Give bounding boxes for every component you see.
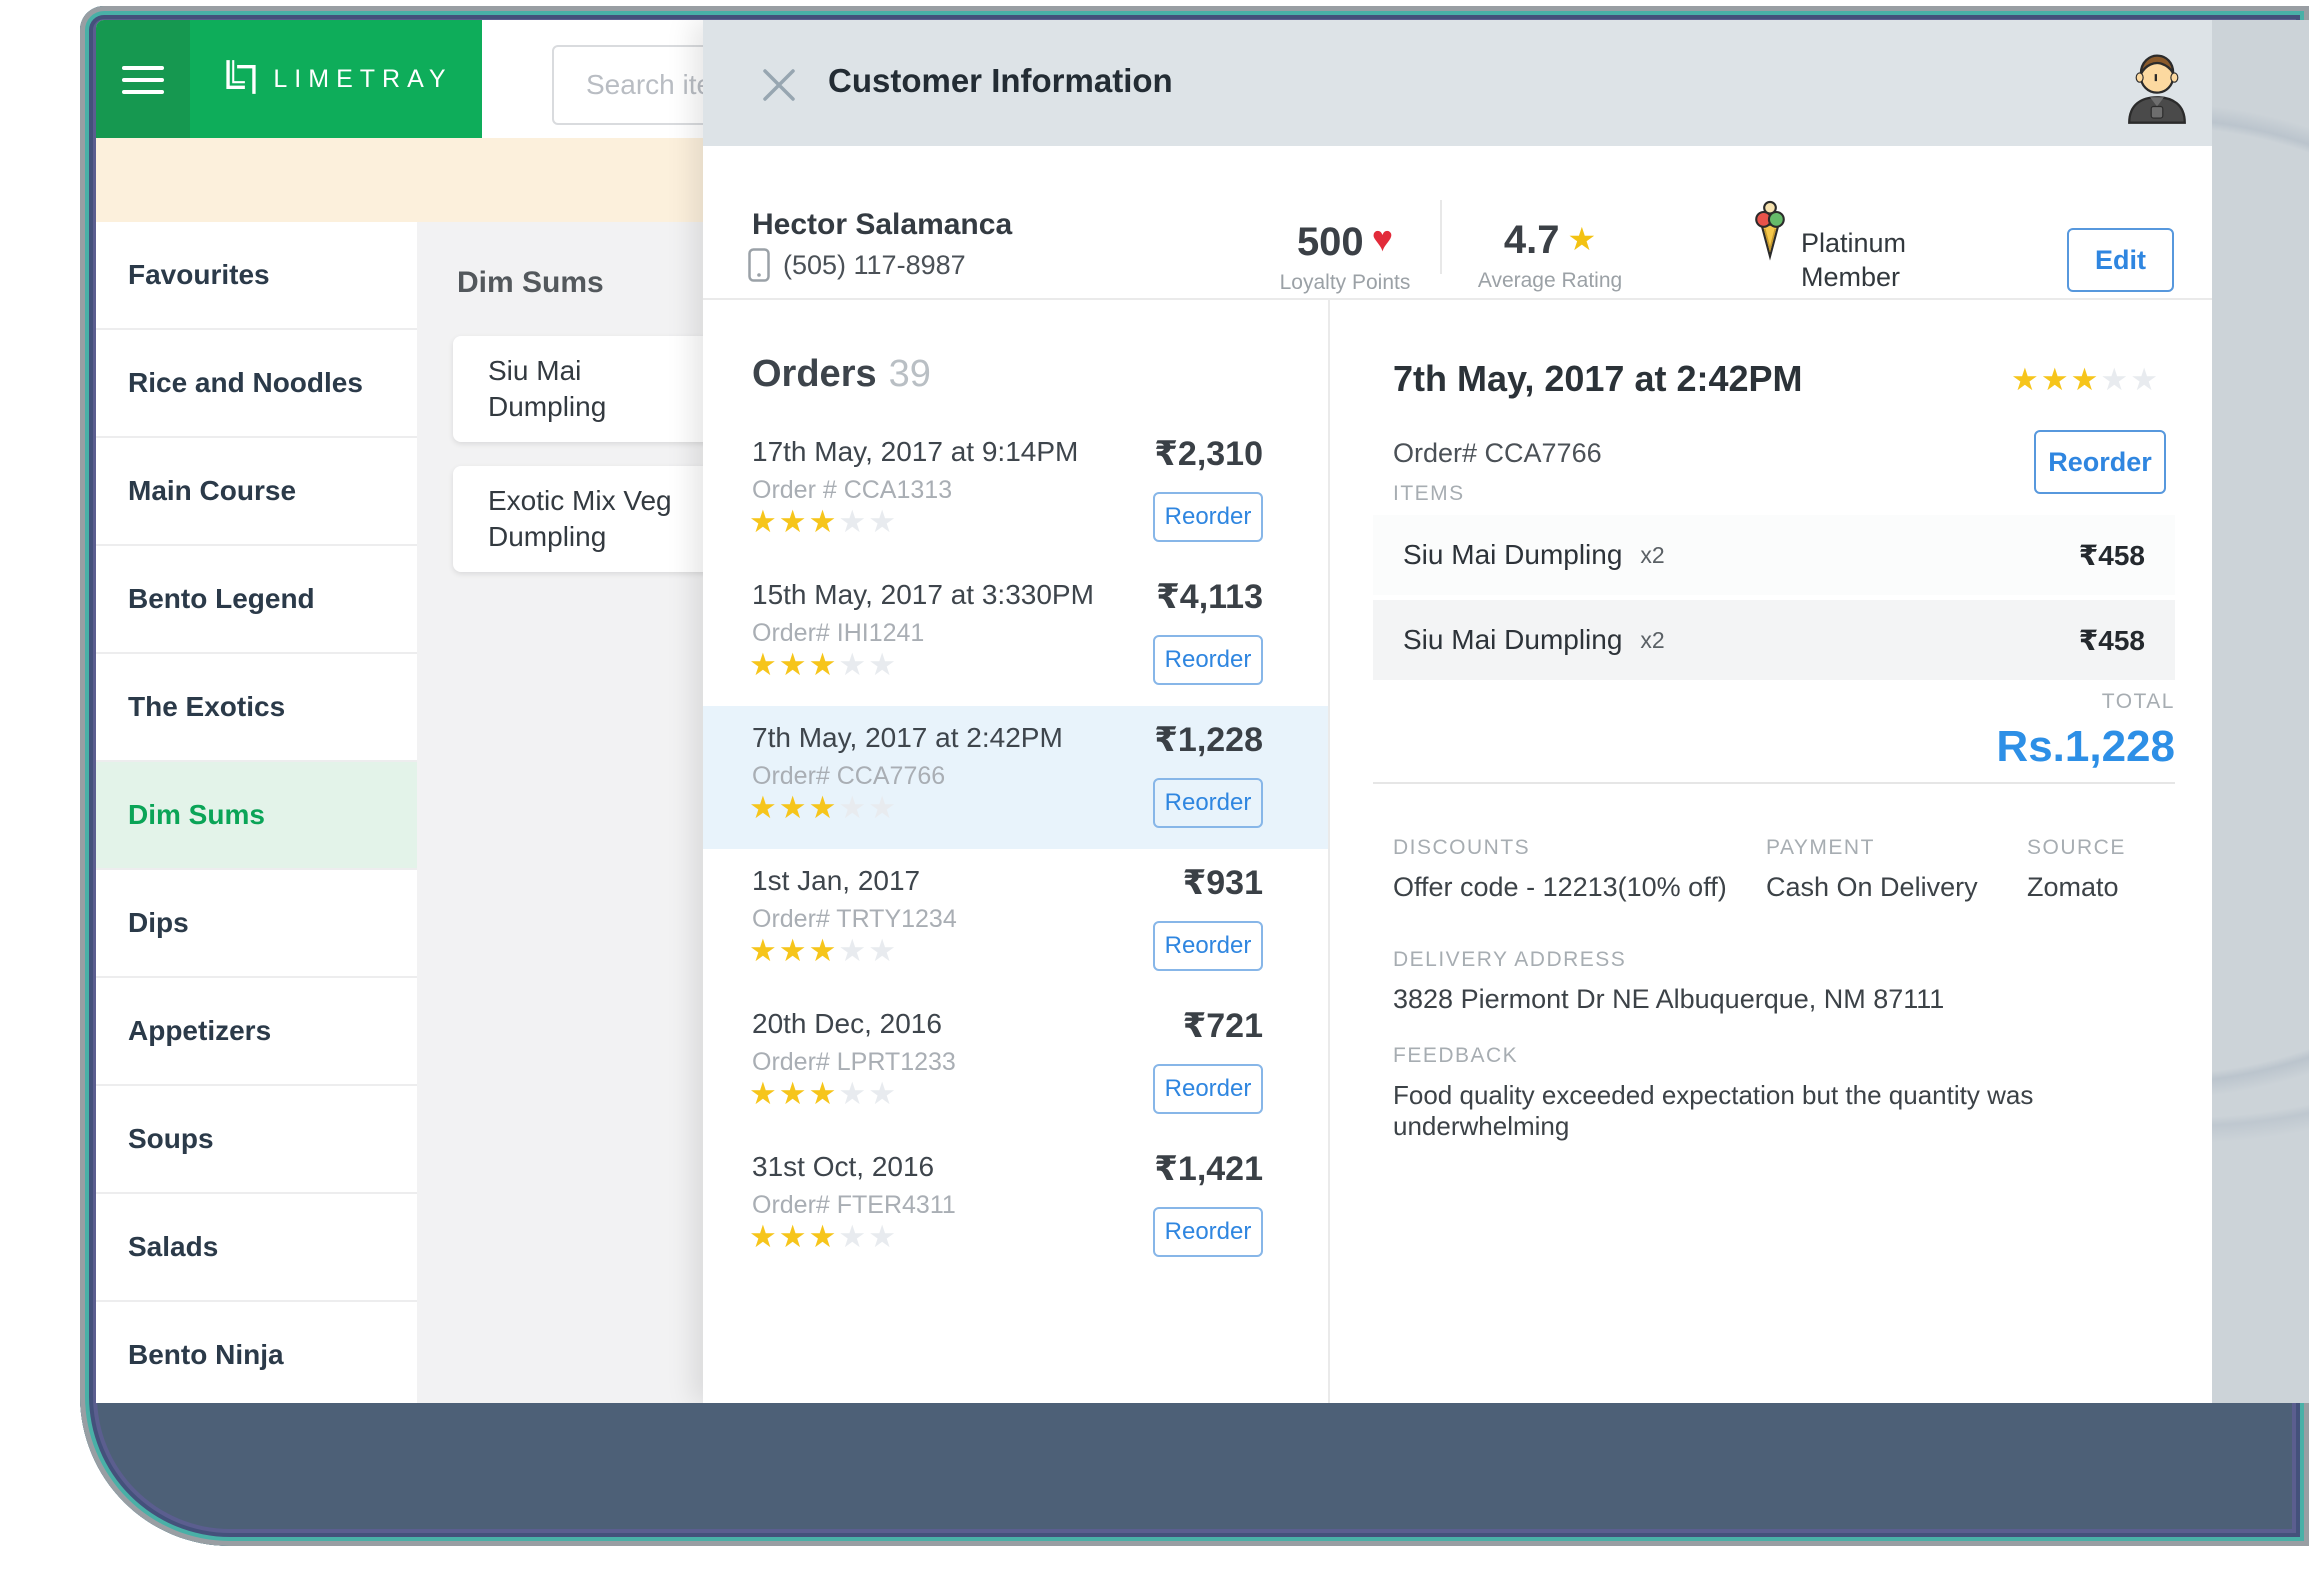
- order-total: TOTAL Rs.1,228: [1996, 690, 2175, 771]
- order-rating-stars: ★★★★★: [749, 1219, 898, 1254]
- order-detail-rating-stars: ★★★★★: [2011, 362, 2160, 397]
- delivery-address-value: 3828 Piermont Dr NE Albuquerque, NM 8711…: [1393, 984, 1945, 1014]
- average-rating-stat: 4.7 ★ Average Rating: [1477, 218, 1623, 292]
- order-rating-stars: ★★★★★: [749, 647, 898, 682]
- menu-category-title: Dim Sums: [457, 266, 604, 299]
- sidebar-item-bento-legend[interactable]: Bento Legend: [96, 546, 417, 654]
- source-value: Zomato: [2027, 872, 2119, 902]
- order-rating-stars: ★★★★★: [749, 504, 898, 539]
- order-detail-date: 7th May, 2017 at 2:42PM: [1393, 358, 1803, 399]
- orders-count: 39: [888, 353, 931, 395]
- order-item-row: Siu Mai Dumpling x2 ₹458: [1373, 515, 2175, 595]
- order-detail-number: Order# CCA7766: [1393, 438, 1602, 468]
- delivery-address-label: DELIVERY ADDRESS: [1393, 948, 1627, 971]
- reorder-button-large[interactable]: Reorder: [2034, 430, 2166, 494]
- category-sidebar: Favourites Rice and Noodles Main Course …: [96, 222, 417, 1403]
- brand-logo: LIMETRAY: [190, 20, 482, 138]
- app-window: LIMETRAY Favourites Rice and Noodles Mai…: [96, 20, 2212, 1403]
- items-label: ITEMS: [1393, 482, 1465, 505]
- orders-list-column: Orders 39 17th May, 2017 at 9:14PM Order …: [703, 300, 1330, 1403]
- payment-value: Cash On Delivery: [1766, 872, 1978, 902]
- limetray-logo-icon: [219, 55, 263, 104]
- reorder-button[interactable]: Reorder: [1153, 921, 1263, 971]
- panel-header: Customer Information: [703, 20, 2212, 146]
- payment-label: PAYMENT: [1766, 836, 1875, 859]
- heart-icon: ♥: [1371, 218, 1394, 259]
- feedback-label: FEEDBACK: [1393, 1044, 1519, 1067]
- order-rating-stars: ★★★★★: [749, 1076, 898, 1111]
- menu-item-siu-mai-dumpling[interactable]: Siu Mai Dumpling: [453, 336, 745, 442]
- orders-list: 17th May, 2017 at 9:14PM Order # CCA1313…: [703, 420, 1328, 1278]
- item-price: ₹458: [2078, 624, 2145, 656]
- detail-divider: [1373, 782, 2175, 784]
- sidebar-item-the-exotics[interactable]: The Exotics: [96, 654, 417, 762]
- order-item-row: Siu Mai Dumpling x2 ₹458: [1373, 600, 2175, 680]
- order-total-value: Rs.1,228: [1996, 722, 2175, 771]
- sidebar-item-bento-ninja[interactable]: Bento Ninja: [96, 1302, 417, 1403]
- customer-name: Hector Salamanca: [752, 208, 1013, 241]
- reorder-button[interactable]: Reorder: [1153, 1207, 1263, 1257]
- customer-phone: (505) 117-8987: [783, 250, 966, 280]
- sidebar-item-dim-sums[interactable]: Dim Sums: [96, 762, 417, 870]
- stat-divider: [1440, 200, 1442, 274]
- category-strip: [96, 138, 703, 222]
- source-label: SOURCE: [2027, 836, 2126, 859]
- close-icon[interactable]: [758, 64, 800, 106]
- order-rating-stars: ★★★★★: [749, 790, 898, 825]
- user-avatar-icon[interactable]: [2120, 46, 2194, 130]
- sidebar-item-main-course[interactable]: Main Course: [96, 438, 417, 546]
- panel-title: Customer Information: [828, 62, 1173, 99]
- reorder-button[interactable]: Reorder: [1153, 778, 1263, 828]
- sidebar-item-appetizers[interactable]: Appetizers: [96, 978, 417, 1086]
- reorder-button[interactable]: Reorder: [1153, 492, 1263, 542]
- reorder-button[interactable]: Reorder: [1153, 635, 1263, 685]
- sidebar-item-dips[interactable]: Dips: [96, 870, 417, 978]
- membership-badge: Platinum Member: [1801, 228, 1907, 292]
- order-detail-panel: 7th May, 2017 at 2:42PM Order# CCA7766 ★…: [1330, 300, 2212, 1403]
- ice-cream-membership-icon: [1752, 198, 1788, 262]
- sidebar-item-rice-and-noodles[interactable]: Rice and Noodles: [96, 330, 417, 438]
- discounts-value: Offer code - 12213(10% off): [1393, 872, 1727, 902]
- reorder-button[interactable]: Reorder: [1153, 1064, 1263, 1114]
- order-row-fter4311[interactable]: 31st Oct, 2016 Order# FTER4311 ★★★★★ ₹1,…: [703, 1135, 1328, 1278]
- hamburger-icon: [122, 66, 164, 70]
- star-icon: ★: [1567, 221, 1597, 257]
- menu-items-column: Dim Sums Siu Mai Dumpling Exotic Mix Veg…: [417, 222, 745, 1403]
- order-rating-stars: ★★★★★: [749, 933, 898, 968]
- discounts-label: DISCOUNTS: [1393, 836, 1531, 859]
- item-quantity: x2: [1640, 626, 1665, 653]
- loyalty-points-stat: 500 ♥ Loyalty Points: [1279, 218, 1411, 294]
- order-row-cca1313[interactable]: 17th May, 2017 at 9:14PM Order # CCA1313…: [703, 420, 1328, 563]
- sidebar-item-soups[interactable]: Soups: [96, 1086, 417, 1194]
- sidebar-item-salads[interactable]: Salads: [96, 1194, 417, 1302]
- device-frame-right-band: [2212, 20, 2309, 1403]
- hamburger-menu-button[interactable]: [96, 20, 190, 138]
- phone-icon: [748, 248, 770, 282]
- brand-logo-text: LIMETRAY: [273, 64, 453, 93]
- order-row-trty1234[interactable]: 1st Jan, 2017 Order# TRTY1234 ★★★★★ ₹931…: [703, 849, 1328, 992]
- menu-item-exotic-mix-veg-dumpling[interactable]: Exotic Mix Veg Dumpling: [453, 466, 745, 572]
- item-quantity: x2: [1640, 541, 1665, 568]
- edit-button[interactable]: Edit: [2067, 228, 2174, 292]
- sidebar-item-favourites[interactable]: Favourites: [96, 222, 417, 330]
- customer-information-panel: Customer Information Hector Salamanca (5…: [703, 20, 2212, 1403]
- order-row-ihi1241[interactable]: 15th May, 2017 at 3:330PM Order# IHI1241…: [703, 563, 1328, 706]
- item-price: ₹458: [2078, 539, 2145, 571]
- order-row-cca7766-selected[interactable]: 7th May, 2017 at 2:42PM Order# CCA7766 ★…: [703, 706, 1328, 849]
- order-row-lprt1233[interactable]: 20th Dec, 2016 Order# LPRT1233 ★★★★★ ₹72…: [703, 992, 1328, 1135]
- orders-title: Orders 39: [752, 353, 931, 395]
- feedback-value: Food quality exceeded expectation but th…: [1393, 1080, 2034, 1141]
